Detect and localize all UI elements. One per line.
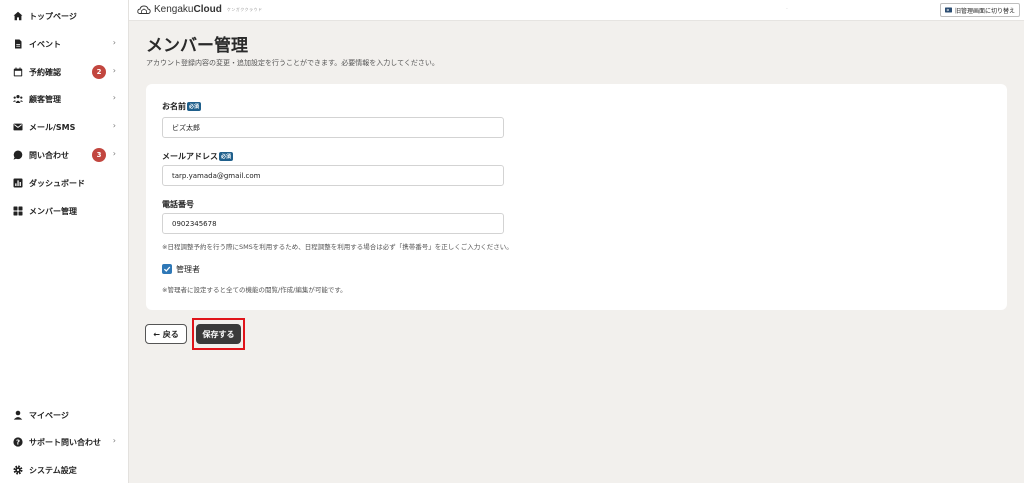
- admin-checkbox-label: 管理者: [176, 265, 200, 274]
- sidebar-item-top[interactable]: トップページ: [0, 5, 128, 27]
- chevron-right-icon: ›: [112, 93, 116, 102]
- logo-text: KengakuCloud: [154, 4, 222, 15]
- sidebar-item-customers[interactable]: 顧客管理 ›: [0, 88, 128, 110]
- phone-field[interactable]: [162, 213, 504, 234]
- sidebar-item-label: メンバー管理: [29, 206, 77, 216]
- sidebar-item-mail-sms[interactable]: メール/SMS ›: [0, 116, 128, 138]
- phone-note: ※日程調整予約を行う際にSMSを利用するため、日程調整を利用する場合は必ず「携帯…: [162, 243, 513, 251]
- mail-icon: [13, 122, 23, 132]
- sidebar-item-dashboard[interactable]: ダッシュボード: [0, 172, 128, 194]
- check-icon: [163, 266, 171, 272]
- sidebar-item-label: 予約確認: [29, 67, 61, 77]
- admin-note: ※管理者に設定すると全ての機能の閲覧/作成/編集が可能です。: [162, 286, 347, 294]
- sidebar-item-reservation[interactable]: 予約確認 2 ›: [0, 61, 128, 83]
- page-title: メンバー管理: [146, 36, 248, 56]
- required-badge: 必須: [219, 152, 234, 161]
- page-description: アカウント登録内容の変更・追加設定を行うことができます。必要情報を入力してくださ…: [146, 59, 439, 67]
- grid-icon: [13, 206, 23, 216]
- notification-badge: 2: [92, 65, 106, 79]
- switch-old-admin-button[interactable]: 旧管理画面に切り替え: [939, 3, 1020, 17]
- switch-icon: [944, 7, 952, 13]
- sidebar-item-event[interactable]: イベント ›: [0, 33, 128, 55]
- name-field[interactable]: [162, 117, 504, 138]
- chat-bubble-icon: [13, 150, 23, 160]
- phone-label: 電話番号: [162, 200, 194, 209]
- sidebar-item-label: システム設定: [29, 465, 77, 475]
- chevron-right-icon: ›: [112, 121, 116, 130]
- sidebar-item-label: トップページ: [29, 11, 77, 21]
- sidebar-item-label: ダッシュボード: [29, 178, 85, 188]
- chevron-right-icon: ›: [112, 38, 116, 47]
- sidebar: トップページ イベント › 予約確認 2 › 顧客管理 › メール/SMS › …: [0, 0, 129, 483]
- svg-text:?: ?: [16, 439, 20, 447]
- sidebar-item-label: イベント: [29, 39, 61, 49]
- bar-chart-icon: [13, 178, 23, 188]
- help-icon: ?: [13, 437, 23, 447]
- sidebar-item-support[interactable]: ? サポート問い合わせ ›: [0, 431, 128, 453]
- sidebar-item-label: メール/SMS: [29, 122, 76, 132]
- admin-checkbox[interactable]: [162, 264, 172, 274]
- sidebar-item-label: 問い合わせ: [29, 150, 69, 160]
- sidebar-item-label: サポート問い合わせ: [29, 437, 101, 447]
- cloud-logo-icon: [137, 5, 151, 14]
- back-button[interactable]: ← 戻る: [145, 324, 187, 344]
- people-icon: [13, 94, 23, 104]
- member-form-card: お名前必須 メールアドレス必須 電話番号 ※日程調整予約を行う際にSMSを利用す…: [146, 84, 1007, 310]
- sidebar-item-settings[interactable]: システム設定: [0, 459, 128, 481]
- sidebar-item-inquiry[interactable]: 問い合わせ 3 ›: [0, 144, 128, 166]
- calendar-icon: [13, 67, 23, 77]
- home-icon: [13, 11, 23, 21]
- required-badge: 必須: [187, 102, 202, 111]
- top-bar: KengakuCloud ケンガククラウド · 旧管理画面に切り替え: [129, 0, 1024, 21]
- document-icon: [13, 39, 23, 49]
- save-button[interactable]: 保存する: [196, 324, 241, 344]
- sidebar-item-label: マイページ: [29, 410, 69, 420]
- logo-subtitle: ケンガククラウド: [226, 6, 263, 12]
- logo[interactable]: KengakuCloud ケンガククラウド: [137, 4, 263, 15]
- email-field[interactable]: [162, 165, 504, 186]
- notification-badge: 3: [92, 148, 106, 162]
- switch-old-admin-label: 旧管理画面に切り替え: [954, 7, 1015, 15]
- sidebar-item-label: 顧客管理: [29, 94, 61, 104]
- chevron-right-icon: ›: [112, 436, 116, 445]
- name-label: お名前 必須: [162, 102, 202, 111]
- sidebar-item-mypage[interactable]: マイページ: [0, 404, 128, 426]
- email-label: メールアドレス 必須: [162, 152, 234, 161]
- sidebar-item-members[interactable]: メンバー管理: [0, 200, 128, 222]
- chevron-right-icon: ›: [112, 66, 116, 75]
- gear-icon: [13, 465, 23, 475]
- chevron-right-icon: ›: [112, 149, 116, 158]
- user-icon: [13, 410, 23, 420]
- divider: ·: [786, 6, 788, 13]
